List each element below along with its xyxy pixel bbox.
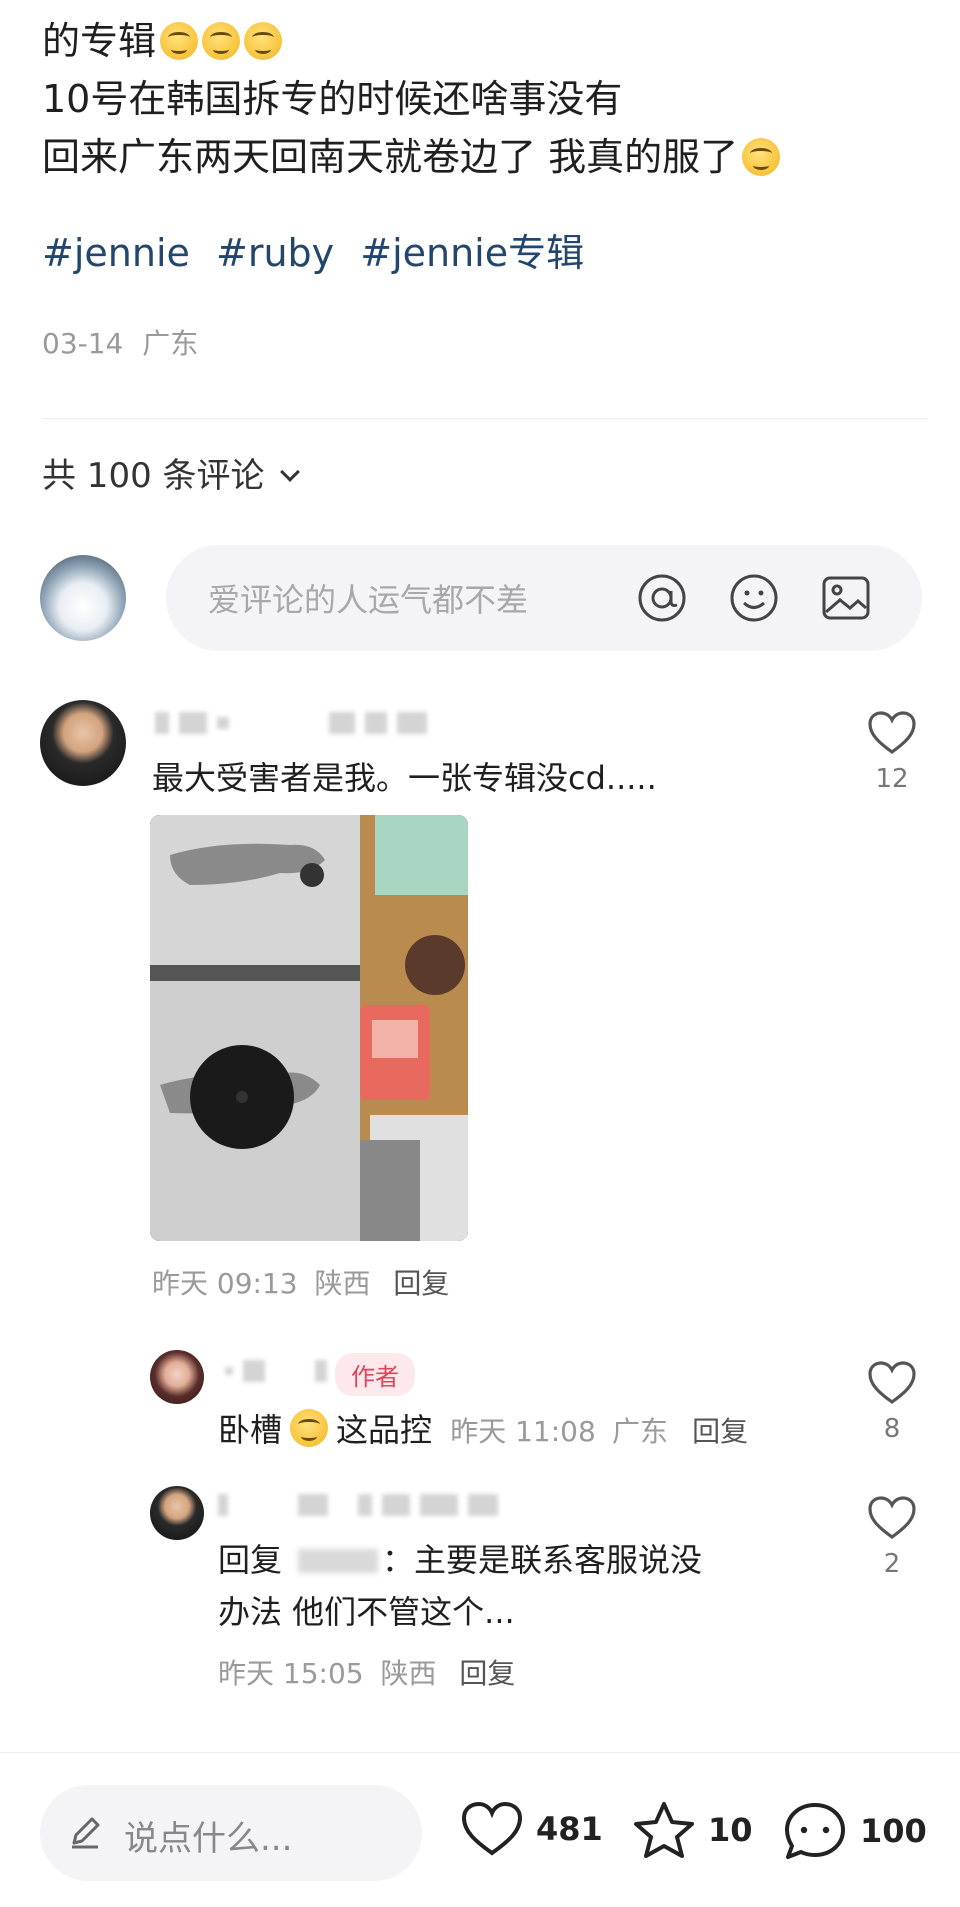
- post-location: 广东: [142, 327, 199, 360]
- reply-location: 陕西: [380, 1657, 437, 1690]
- heart-icon: [868, 711, 916, 754]
- bottom-divider: [0, 1752, 960, 1753]
- comment-count: 100: [860, 1812, 927, 1850]
- reply-text: 卧槽 这品控 昨天 11:08 广东 回复: [218, 1404, 748, 1458]
- comment-photo[interactable]: [150, 815, 468, 1241]
- post-line-1: 的专辑: [42, 12, 922, 70]
- reply-text-line-2: 办法 他们不管这个...: [218, 1593, 515, 1631]
- heart-icon: [461, 1801, 523, 1856]
- reply-button[interactable]: 回复: [393, 1267, 449, 1300]
- reply-like-button[interactable]: 2: [862, 1495, 922, 1579]
- reply-prefix: 回复: [218, 1541, 283, 1579]
- hashtag-list: #jennie #ruby #jennie专辑: [42, 222, 598, 277]
- post-line-3: 回来广东两天回南天就卷边了 我真的服了: [42, 128, 922, 186]
- post-meta: 03-14 广东: [42, 322, 198, 362]
- my-avatar[interactable]: [40, 555, 126, 641]
- post-date: 03-14: [42, 327, 124, 360]
- say-something-input[interactable]: 说点什么...: [40, 1785, 422, 1881]
- comment-input-placeholder: 爱评论的人运气都不差: [208, 581, 529, 619]
- photo-content: [150, 815, 468, 1241]
- reply-like-count: 2: [883, 1549, 901, 1579]
- comment-meta: 昨天 09:13 陕西 回复: [152, 1262, 449, 1302]
- reply-time: 昨天 11:08: [450, 1415, 596, 1448]
- comment-count-toggle[interactable]: 共 100 条评论: [42, 448, 300, 497]
- reply-location: 广东: [611, 1415, 668, 1448]
- upside-down-face-emoji: [742, 138, 781, 176]
- comment-like-count: 12: [875, 764, 909, 794]
- image-icon[interactable]: [818, 570, 874, 626]
- pencil-icon: [72, 1817, 100, 1849]
- reply-time: 昨天 15:05: [218, 1657, 364, 1690]
- reply-text-line-1: ：主要是联系客服说没: [382, 1541, 703, 1579]
- divider: [42, 418, 928, 419]
- commenter-avatar[interactable]: [150, 1486, 204, 1540]
- reply-text-part: 卧槽: [218, 1411, 283, 1449]
- heart-icon: [868, 1361, 916, 1404]
- reply-button[interactable]: 回复: [459, 1657, 515, 1690]
- comment-location: 陕西: [314, 1267, 371, 1300]
- comment-input[interactable]: 爱评论的人运气都不差: [166, 545, 922, 651]
- star-icon: [634, 1802, 694, 1858]
- upside-down-face-emoji: [202, 22, 241, 60]
- comment-icon: [785, 1803, 845, 1859]
- favorite-button[interactable]: 10: [632, 1800, 753, 1860]
- reply-like-count: 8: [883, 1414, 901, 1444]
- heart-icon: [868, 1496, 916, 1539]
- at-icon[interactable]: [634, 570, 690, 626]
- reply-text-part-2: 这品控: [336, 1411, 433, 1449]
- post-body: 的专辑 10号在韩国拆专的时候还啥事没有 回来广东两天回南天就卷边了 我真的服了: [42, 12, 922, 186]
- smiley-icon[interactable]: [726, 570, 782, 626]
- commenter-name-blurred[interactable]: [218, 1490, 498, 1520]
- comment-text: 最大受害者是我。一张专辑没cd.....: [152, 759, 657, 797]
- hashtag-jennie-album[interactable]: #jennie专辑: [360, 231, 584, 275]
- post-line-1-text: 的专辑: [42, 19, 157, 63]
- reply-like-button[interactable]: 8: [862, 1360, 922, 1444]
- reply-text: 回复 ：主要是联系客服说没 办法 他们不管这个...: [218, 1534, 838, 1638]
- author-name-blurred[interactable]: [225, 1356, 327, 1386]
- like-button[interactable]: 481: [460, 1800, 603, 1858]
- author-badge: 作者: [335, 1353, 415, 1396]
- post-page: 的专辑 10号在韩国拆专的时候还啥事没有 回来广东两天回南天就卷边了 我真的服了…: [0, 0, 960, 1907]
- reply-meta: 昨天 15:05 陕西 回复: [218, 1652, 515, 1692]
- commenter-avatar[interactable]: [40, 700, 126, 786]
- like-count: 481: [536, 1810, 603, 1848]
- comment-time: 昨天 09:13: [152, 1267, 298, 1300]
- comment-button[interactable]: 100: [782, 1800, 927, 1862]
- comment-like-button[interactable]: 12: [862, 710, 922, 794]
- commenter-name-blurred[interactable]: [155, 708, 427, 738]
- post-line-2: 10号在韩国拆专的时候还啥事没有: [42, 77, 623, 121]
- laughing-crying-emoji: [290, 1409, 329, 1447]
- comment-count-label: 共 100 条评论: [42, 456, 265, 496]
- upside-down-face-emoji: [160, 22, 199, 60]
- blurred-username: [298, 1549, 379, 1573]
- chevron-down-icon: [279, 462, 300, 482]
- hashtag-jennie[interactable]: #jennie: [42, 231, 190, 275]
- post-line-3-text: 回来广东两天回南天就卷边了 我真的服了: [42, 135, 739, 179]
- author-avatar[interactable]: [150, 1350, 204, 1404]
- upside-down-face-emoji: [244, 22, 283, 60]
- hashtag-ruby[interactable]: #ruby: [216, 231, 334, 275]
- favorite-count: 10: [708, 1811, 753, 1849]
- say-something-placeholder: 说点什么...: [124, 1819, 293, 1859]
- reply-button[interactable]: 回复: [692, 1415, 748, 1448]
